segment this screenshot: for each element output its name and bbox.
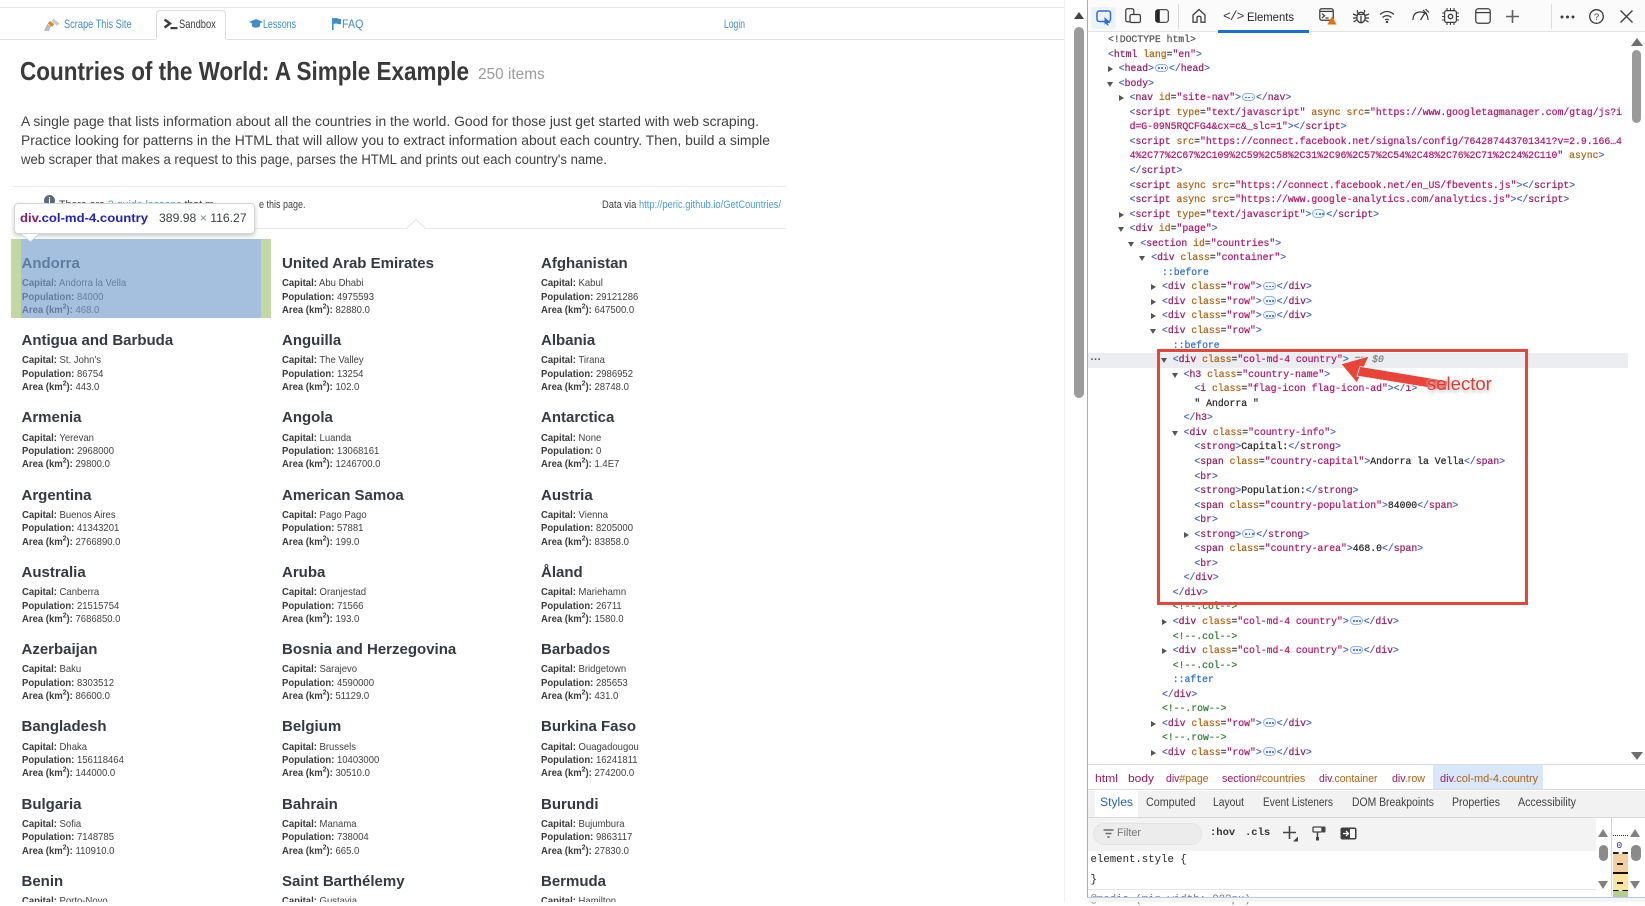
svg-text:?: ? <box>1594 12 1599 23</box>
